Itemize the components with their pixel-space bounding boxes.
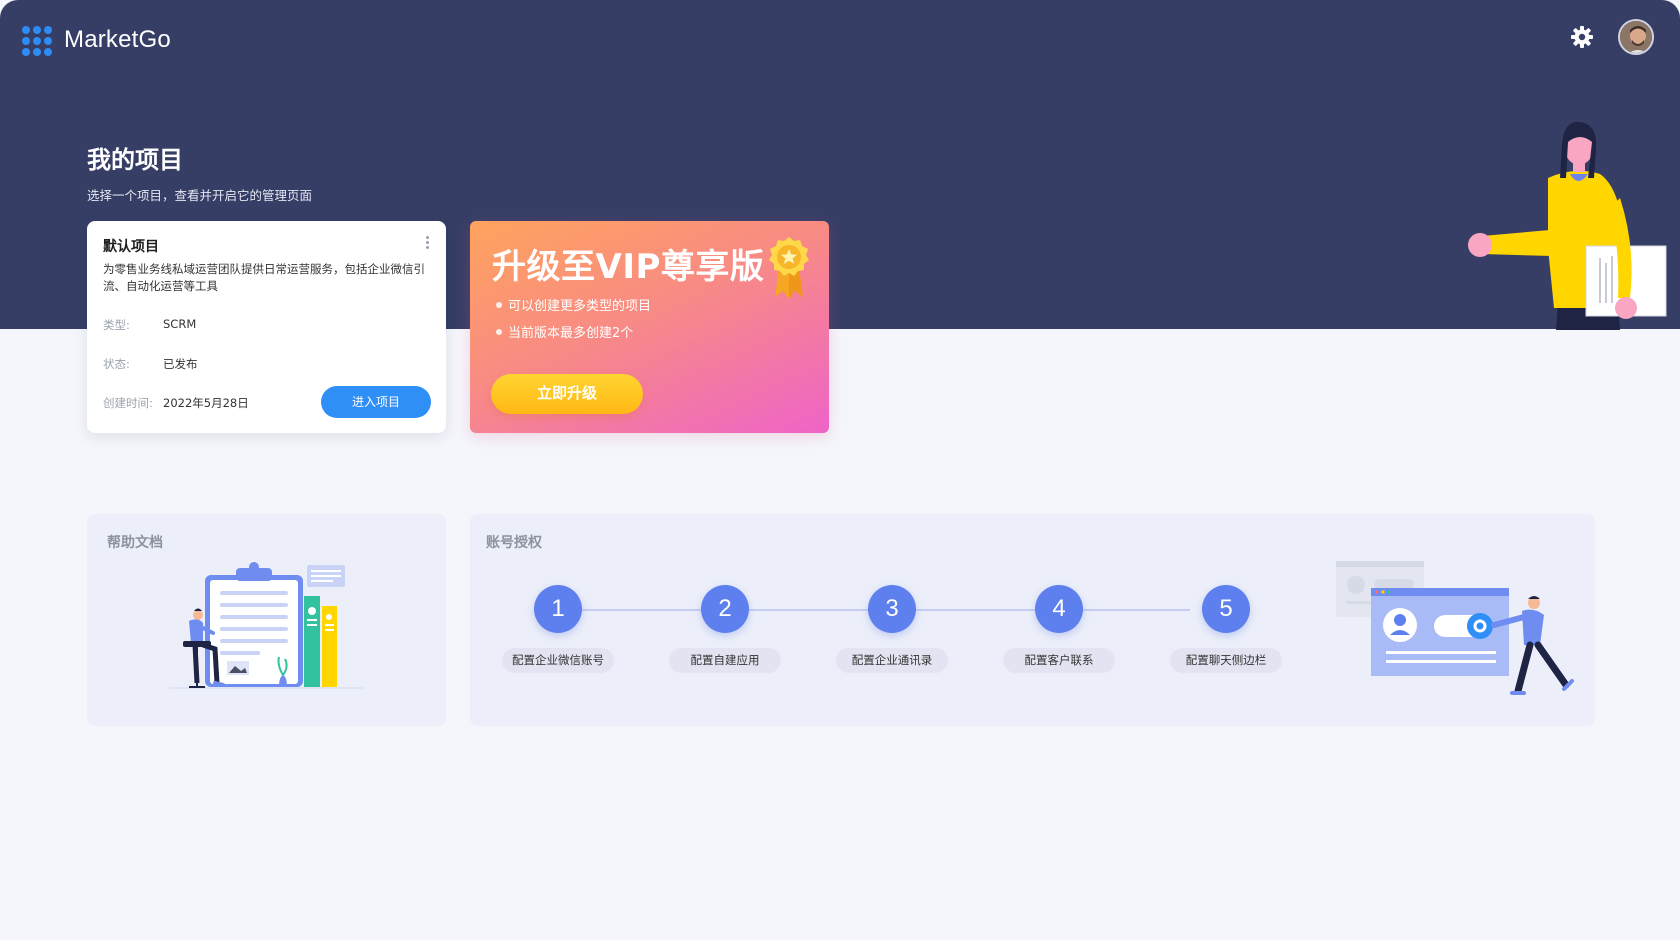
app-name: MarketGo [64,26,171,53]
enter-project-button[interactable]: 进入项目 [321,386,431,418]
step-4-badge[interactable]: 4 [1035,585,1083,633]
vip-upgrade-card: 升级至VIP尊享版 可以创建更多类型的项目 当前版本最多创建2个 立即升级 [470,221,829,433]
logo-grid-icon [22,26,52,56]
step-5-label[interactable]: 配置聊天侧边栏 [1170,648,1282,673]
step-2-badge[interactable]: 2 [701,585,749,633]
step-5-badge[interactable]: 5 [1202,585,1250,633]
step-4-label[interactable]: 配置客户联系 [1003,648,1115,673]
step-1-badge[interactable]: 1 [534,585,582,633]
type-label: 类型: [103,318,130,332]
app-logo[interactable]: MarketGo [22,26,171,56]
vip-bullet-text: 当前版本最多创建2个 [508,326,634,341]
woman-illustration [1468,121,1667,330]
step-2-label[interactable]: 配置自建应用 [669,648,781,673]
help-docs-panel[interactable]: 帮助文档 [87,514,446,726]
created-label: 创建时间: [103,396,153,410]
vip-bullet-2: 当前版本最多创建2个 [496,322,633,341]
status-label: 状态: [103,357,130,371]
status-value: 已发布 [163,357,198,371]
gear-icon [1571,26,1593,48]
medal-icon [769,237,809,299]
account-setup-illustration [1336,561,1574,695]
page: MarketGo 我的项目 选择一个项目，查看并开启它的管理页面 默认项目 为零… [0,0,1680,940]
upgrade-now-button[interactable]: 立即升级 [491,374,643,414]
vip-bullet-1: 可以创建更多类型的项目 [496,295,651,314]
project-name: 默认项目 [103,239,159,255]
project-card[interactable]: 默认项目 为零售业务线私域运营团队提供日常运营服务，包括企业微信引流、自动化运营… [87,221,446,433]
help-docs-illustration [169,562,363,689]
page-title: 我的项目 [87,146,183,174]
user-avatar[interactable] [1618,19,1654,55]
step-3-label[interactable]: 配置企业通讯录 [836,648,948,673]
step-1-label[interactable]: 配置企业微信账号 [502,648,614,673]
created-value: 2022年5月28日 [163,396,249,410]
more-options-icon[interactable] [425,236,431,252]
vip-bullet-text: 可以创建更多类型的项目 [508,299,652,314]
account-authorization-panel: 账号授权 1 配置企业微信账号 2 配置自建应用 3 配置企业通讯录 4 配置客… [470,514,1595,726]
page-subtitle: 选择一个项目，查看并开启它的管理页面 [87,188,313,203]
vip-title: 升级至VIP尊享版 [492,247,765,287]
settings-button[interactable] [1570,25,1594,49]
help-docs-title: 帮助文档 [107,535,163,551]
step-3-badge[interactable]: 3 [868,585,916,633]
type-value: SCRM [163,317,197,331]
account-authorization-title: 账号授权 [486,535,542,551]
project-description: 为零售业务线私域运营团队提供日常运营服务，包括企业微信引流、自动化运营等工具 [103,262,425,293]
